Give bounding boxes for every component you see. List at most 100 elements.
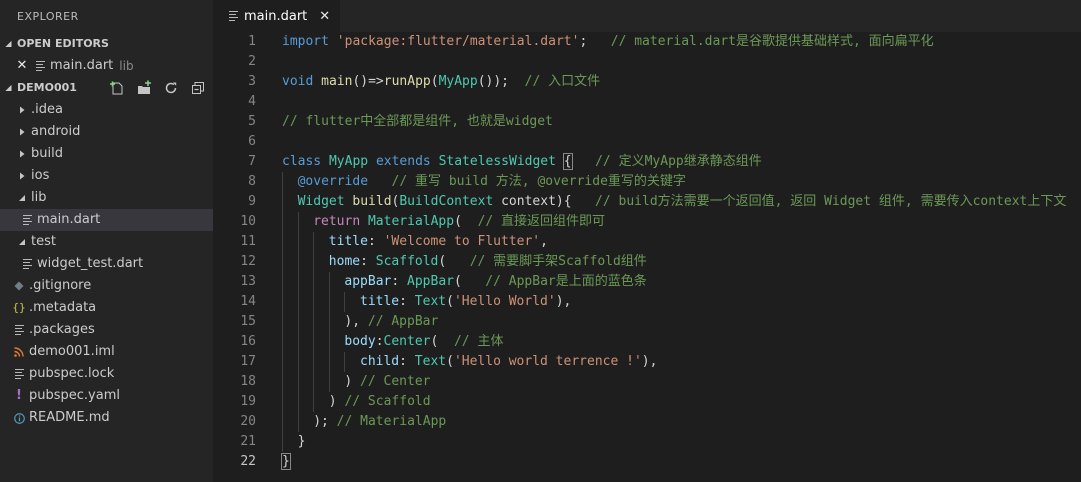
indent-guide	[297, 292, 299, 312]
tree-folder[interactable]: test	[0, 231, 213, 253]
tree-file[interactable]: demo001.iml	[0, 341, 213, 363]
code-token: build	[352, 194, 392, 209]
close-icon[interactable]: ✕	[16, 55, 28, 77]
code-line[interactable]: 6	[213, 132, 1081, 152]
code-token: appBar	[344, 274, 392, 289]
tree-file[interactable]: {} .metadata	[0, 297, 213, 319]
indent-guide	[282, 372, 283, 392]
tree-item-label: pubspec.yaml	[29, 388, 120, 403]
code-line[interactable]: 13 appBar: AppBar( // AppBar是上面的蓝色条	[213, 272, 1081, 292]
code-line[interactable]: 17 child: Text('Hello world terrence !'),	[213, 352, 1081, 372]
caret-down-icon: ◢	[5, 83, 12, 92]
line-number: 6	[248, 134, 256, 149]
line-content: @override // 重写 build 方法, @override重写的关键…	[256, 172, 1081, 192]
line-number: 20	[240, 414, 256, 429]
code-token: (	[446, 294, 454, 309]
open-editor-item[interactable]: ✕ main.dart lib	[0, 55, 213, 77]
project-name: DEMO001	[17, 81, 77, 94]
tree-item-label: main.dart	[37, 212, 101, 227]
tree-folder[interactable]: .idea	[0, 99, 213, 121]
tree-item-label: .metadata	[29, 300, 97, 315]
tree-file[interactable]: widget_test.dart	[0, 253, 213, 275]
code-line[interactable]: 19) // Scaffold	[213, 392, 1081, 412]
code-line[interactable]: 12 home: Scaffold( // 需要脚手架Scaffold组件	[213, 252, 1081, 272]
line-content: }	[256, 432, 1081, 452]
indent-guide	[282, 392, 283, 412]
tree-file[interactable]: .packages	[0, 319, 213, 341]
caret-right-icon	[17, 172, 27, 180]
code-token: import	[282, 34, 329, 49]
line-tokens: title: 'Welcome to Flutter',	[282, 234, 548, 249]
file-lines-icon	[21, 257, 33, 271]
tree-folder[interactable]: lib	[0, 187, 213, 209]
tab-label: main.dart	[244, 8, 308, 24]
open-editor-name: main.dart	[50, 58, 114, 73]
line-number: 17	[240, 354, 256, 369]
code-line[interactable]: 22}	[213, 452, 1081, 472]
indent-guide	[282, 232, 283, 252]
code-string: 'Welcome to Flutter'	[383, 234, 541, 249]
indent-guide	[297, 212, 299, 232]
code-line[interactable]: 2	[213, 52, 1081, 72]
line-number: 11	[240, 234, 256, 249]
code-line[interactable]: 7 class MyApp extends StatelessWidget { /…	[213, 152, 1081, 172]
open-editors-header[interactable]: ◢ OPEN EDITORS	[0, 33, 213, 55]
line-content: void main()=>runApp(MyApp()); // 入口文件	[256, 72, 1081, 92]
indent-guide	[328, 272, 330, 292]
code-line[interactable]: 11 title: 'Welcome to Flutter',	[213, 232, 1081, 252]
line-tokens: ), // AppBar	[282, 314, 438, 329]
caret-right-icon	[17, 150, 27, 158]
code-line[interactable]: 8 @override // 重写 build 方法, @override重写的关…	[213, 172, 1081, 192]
code-token: ()=>	[352, 74, 384, 89]
line-content	[256, 132, 1081, 152]
tree-item-label: lib	[31, 190, 47, 205]
explorer-actions	[107, 77, 207, 99]
code-token: :	[391, 274, 408, 289]
code-line[interactable]: 1 import 'package:flutter/material.dart';…	[213, 32, 1081, 52]
code-line[interactable]: 9 Widget build(BuildContext context){ // …	[213, 192, 1081, 212]
code-token: :	[399, 354, 415, 369]
code-line[interactable]: 18) // Center	[213, 372, 1081, 392]
caret-down-icon	[17, 194, 27, 202]
tree-folder[interactable]: build	[0, 143, 213, 165]
line-number: 14	[240, 294, 256, 309]
code-token: }	[281, 453, 291, 470]
project-header[interactable]: ◢ DEMO001	[0, 77, 213, 99]
line-tokens: class MyApp extends StatelessWidget { //…	[282, 153, 762, 170]
info-icon	[13, 412, 25, 424]
code-line[interactable]: 21}	[213, 432, 1081, 452]
line-tokens: ) // Scaffold	[282, 394, 431, 409]
tree-file[interactable]: README.md	[0, 407, 213, 429]
tree-file[interactable]: pubspec.lock	[0, 363, 213, 385]
close-icon[interactable]: ✕	[319, 9, 330, 24]
tree-file[interactable]: main.dart	[0, 209, 213, 231]
code-token: Text	[414, 294, 447, 309]
line-content	[256, 52, 1081, 72]
code-line[interactable]: 14 title: Text('Hello World'),	[213, 292, 1081, 312]
new-file-icon[interactable]	[107, 80, 126, 96]
tree-file[interactable]: .gitignore	[0, 275, 213, 297]
code-comment: // 定义MyApp继承静态组件	[595, 154, 762, 169]
code-line[interactable]: 10 return MaterialApp( // 直接返回组件即可	[213, 212, 1081, 232]
code-line[interactable]: 5 // flutter中全部都是组件, 也就是widget	[213, 112, 1081, 132]
tree-folder[interactable]: ios	[0, 165, 213, 187]
code-line[interactable]: 20); // MaterialApp	[213, 412, 1081, 432]
tree-item-label: test	[31, 234, 56, 249]
collapse-all-icon[interactable]	[188, 80, 207, 96]
code-line[interactable]: 16 body:Center( // 主体	[213, 332, 1081, 352]
tree-file[interactable]: ! pubspec.yaml	[0, 385, 213, 407]
indent-guide	[313, 272, 315, 292]
code-editor[interactable]: 1 import 'package:flutter/material.dart';…	[213, 32, 1081, 482]
indent-guide	[297, 252, 299, 272]
refresh-icon[interactable]	[161, 80, 180, 96]
new-folder-icon[interactable]	[134, 80, 153, 96]
code-token: )	[344, 374, 361, 389]
code-line[interactable]: 3 void main()=>runApp(MyApp()); // 入口文件	[213, 72, 1081, 92]
line-tokens: return MaterialApp( // 直接返回组件即可	[282, 214, 605, 229]
tab-bar: main.dart ✕	[213, 0, 1081, 32]
line-content: child: Text('Hello world terrence !'),	[256, 352, 1081, 372]
code-line[interactable]: 4	[213, 92, 1081, 112]
code-line[interactable]: 15), // AppBar	[213, 312, 1081, 332]
tree-folder[interactable]: android	[0, 121, 213, 143]
tab-main-dart[interactable]: main.dart ✕	[213, 0, 341, 32]
